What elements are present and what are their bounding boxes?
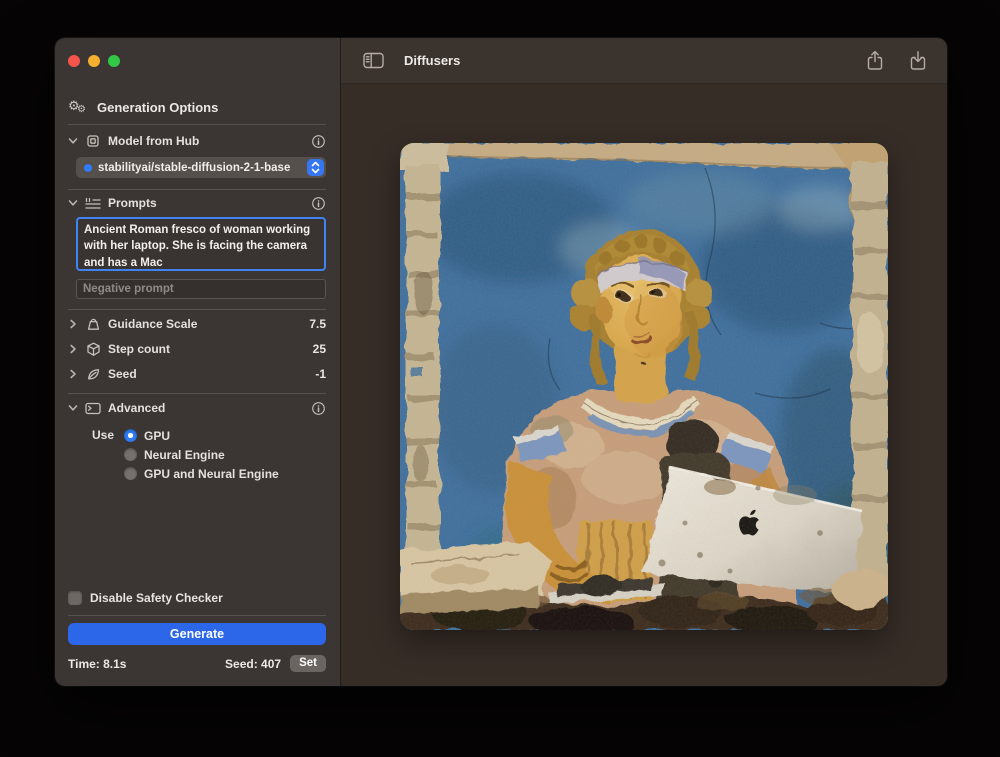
selected-model-name: stabilityai/stable-diffusion-2-1-base [98, 162, 307, 174]
radio-icon[interactable] [124, 467, 137, 480]
model-from-hub-row[interactable]: Model from Hub [68, 131, 326, 151]
seed-label: Seed [108, 367, 137, 381]
set-seed-button[interactable]: Set [290, 655, 326, 672]
guidance-scale-value: 7.5 [309, 317, 326, 331]
advanced-row[interactable]: Advanced [68, 398, 326, 418]
chevron-right-icon[interactable] [68, 319, 78, 329]
gears-icon: ⚙⚙ [68, 99, 88, 115]
step-count-value: 25 [313, 342, 326, 356]
text-quote-icon [85, 197, 101, 210]
chip-icon [85, 133, 101, 149]
dropdown-stepper-icon[interactable] [307, 159, 324, 176]
radio-gpu-and-neural-engine[interactable]: GPU and Neural Engine [124, 464, 279, 483]
time-status: Time: 8.1s [68, 657, 126, 671]
divider [68, 615, 326, 616]
sidebar: ⚙⚙ Generation Options Model from Hub sta… [55, 38, 340, 686]
step-count-row[interactable]: Step count 25 [68, 339, 326, 359]
guidance-scale-row[interactable]: Guidance Scale 7.5 [68, 314, 326, 334]
info-icon[interactable] [311, 401, 326, 416]
prompt-input[interactable]: Ancient Roman fresco of woman working wi… [76, 217, 326, 271]
seed-value: -1 [315, 367, 326, 381]
model-from-hub-label: Model from Hub [108, 134, 199, 148]
compute-unit-group: Use GPU Neural Engine GPU and Neural Eng… [92, 426, 326, 483]
model-select-dropdown[interactable]: stabilityai/stable-diffusion-2-1-base [76, 157, 326, 178]
divider [68, 309, 326, 310]
traffic-lights [68, 55, 326, 67]
cube-steps-icon [85, 342, 101, 357]
main-panel: Diffusers [340, 38, 947, 686]
model-status-dot [84, 164, 92, 172]
radio-neural-engine[interactable]: Neural Engine [124, 445, 279, 464]
fresco-artwork [400, 143, 888, 630]
radio-icon[interactable] [124, 448, 137, 461]
radio-gpu[interactable]: GPU [124, 426, 279, 445]
negative-prompt-input[interactable] [76, 279, 326, 299]
generation-options-title: Generation Options [97, 100, 218, 115]
terminal-icon [85, 402, 101, 415]
info-icon[interactable] [311, 196, 326, 211]
chevron-right-icon[interactable] [68, 369, 78, 379]
zoom-window-button[interactable] [108, 55, 120, 67]
chevron-right-icon[interactable] [68, 344, 78, 354]
leaf-seed-icon [85, 367, 101, 382]
disable-safety-checker-row[interactable]: Disable Safety Checker [68, 589, 326, 607]
use-label: Use [92, 426, 114, 483]
minimize-window-button[interactable] [88, 55, 100, 67]
share-icon[interactable] [866, 50, 884, 71]
chevron-down-icon[interactable] [68, 403, 78, 413]
prompts-row[interactable]: Prompts [68, 193, 326, 213]
image-canvas [341, 84, 947, 686]
prompts-label: Prompts [108, 196, 157, 210]
close-window-button[interactable] [68, 55, 80, 67]
sidebar-toggle-icon[interactable] [363, 52, 385, 69]
titlebar: Diffusers [341, 38, 947, 84]
divider [68, 393, 326, 394]
advanced-label: Advanced [108, 401, 165, 415]
checkbox-icon[interactable] [68, 591, 82, 605]
divider [68, 124, 326, 125]
radio-selected-icon[interactable] [124, 429, 137, 442]
generation-options-header: ⚙⚙ Generation Options [68, 99, 326, 115]
scale-weight-icon [85, 317, 101, 332]
seed-status: Seed: 407 [225, 657, 281, 671]
app-title: Diffusers [404, 53, 460, 68]
status-bar: Time: 8.1s Seed: 407 Set [68, 655, 326, 672]
step-count-label: Step count [108, 342, 170, 356]
seed-row[interactable]: Seed -1 [68, 364, 326, 384]
chevron-down-icon[interactable] [68, 136, 78, 146]
chevron-down-icon[interactable] [68, 198, 78, 208]
info-icon[interactable] [311, 134, 326, 149]
generate-button[interactable]: Generate [68, 623, 326, 645]
app-window: ⚙⚙ Generation Options Model from Hub sta… [55, 38, 947, 686]
save-icon[interactable] [909, 50, 927, 71]
divider [68, 189, 326, 190]
guidance-scale-label: Guidance Scale [108, 317, 197, 331]
generated-image[interactable] [400, 143, 888, 630]
